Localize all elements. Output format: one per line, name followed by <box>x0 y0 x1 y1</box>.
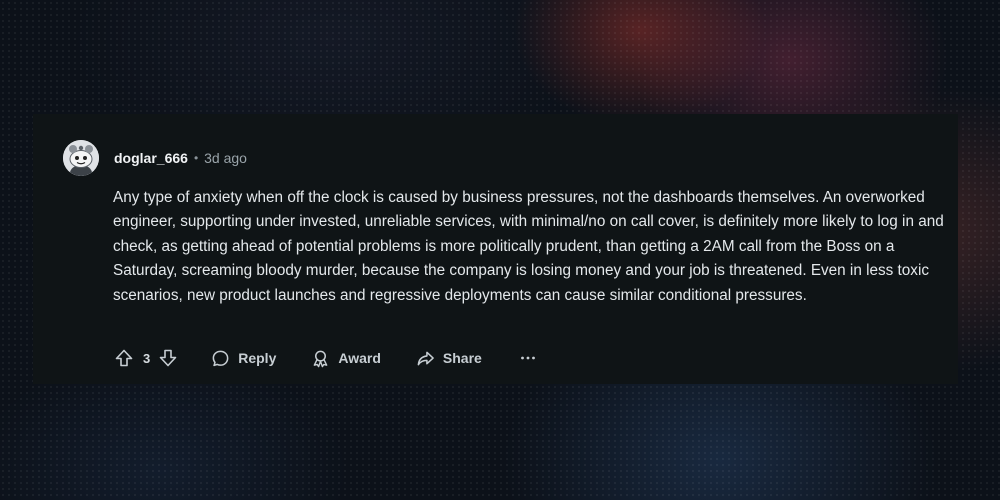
share-arrow-icon <box>417 351 434 365</box>
comment-body: Any type of anxiety when off the clock i… <box>113 189 944 304</box>
ellipsis-icon <box>520 356 535 360</box>
upvote-button[interactable] <box>113 347 135 369</box>
share-label: Share <box>442 350 482 366</box>
award-label: Award <box>338 350 381 366</box>
comment-action-bar: 3 Reply Award Share <box>113 344 540 372</box>
more-options-button[interactable] <box>516 347 540 369</box>
speech-bubble-icon <box>212 350 229 366</box>
share-button[interactable]: Share <box>416 349 482 368</box>
arrow-up-icon <box>115 349 133 367</box>
snoo-avatar-icon <box>63 140 99 176</box>
arrow-down-icon <box>159 349 177 367</box>
reply-button[interactable]: Reply <box>211 349 276 368</box>
comment-card: doglar_666 • 3d ago Any type of anxiety … <box>33 114 958 384</box>
reply-label: Reply <box>238 350 277 366</box>
award-ribbon-icon <box>313 350 328 367</box>
vote-count: 3 <box>143 350 151 366</box>
comment-header: doglar_666 • 3d ago <box>63 140 247 176</box>
comment-author[interactable]: doglar_666 <box>114 150 188 166</box>
downvote-button[interactable] <box>157 347 179 369</box>
award-button[interactable]: Award <box>311 349 381 368</box>
page-background: doglar_666 • 3d ago Any type of anxiety … <box>0 0 1000 500</box>
vote-group: 3 <box>113 347 179 369</box>
avatar[interactable] <box>63 140 99 176</box>
meta-separator: • <box>193 151 199 165</box>
comment-timestamp[interactable]: 3d ago <box>204 150 247 166</box>
